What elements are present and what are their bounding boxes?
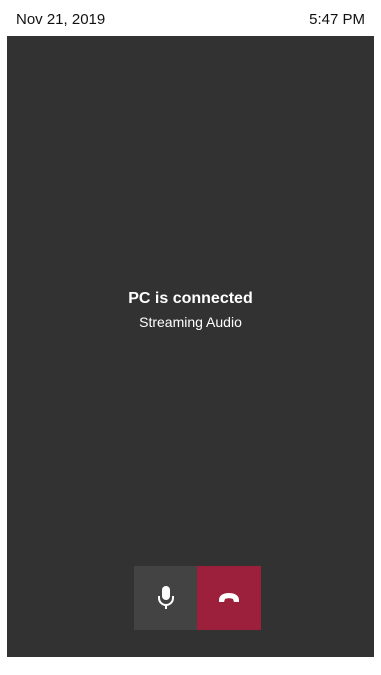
bottom-strip [7, 657, 374, 675]
call-status-subtitle: Streaming Audio [139, 314, 242, 330]
phone-hangup-icon [217, 592, 241, 604]
status-time: 5:47 PM [309, 11, 365, 28]
end-call-button[interactable] [197, 566, 261, 630]
status-date: Nov 21, 2019 [16, 11, 106, 28]
mute-microphone-button[interactable] [134, 566, 197, 630]
microphone-icon [156, 585, 176, 611]
call-status-title: PC is connected [128, 290, 253, 307]
status-bar: Nov 21, 2019 5:47 PM [0, 0, 381, 36]
call-screen: PC is connected Streaming Audio [7, 36, 374, 675]
